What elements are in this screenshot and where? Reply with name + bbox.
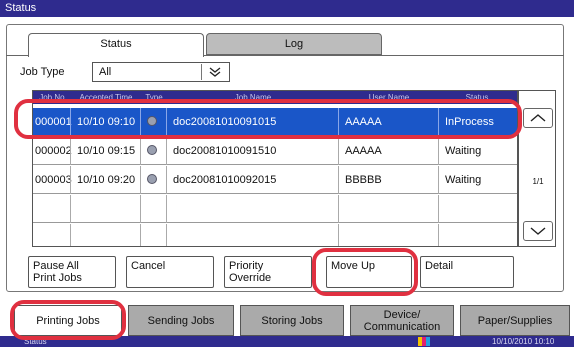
pause-all-label-line1: Pause All <box>33 260 79 272</box>
tab-paper-supplies[interactable]: Paper/Supplies <box>460 305 570 336</box>
job-table: Job No. Accepted Time Type Job Name User… <box>32 90 518 247</box>
priority-label-line1: Priority <box>229 260 264 272</box>
tab-printing-jobs[interactable]: Printing Jobs <box>14 305 122 336</box>
user-name: BBBBB <box>345 174 382 186</box>
accepted-time: 10/10 09:20 <box>77 174 136 186</box>
job-status: InProcess <box>445 116 494 128</box>
empty-row <box>33 195 517 223</box>
job-name: doc20081010091015 <box>173 116 277 128</box>
job-type-value: All <box>99 66 112 78</box>
accepted-time: 10/10 09:15 <box>77 145 136 157</box>
job-status: Waiting <box>445 145 482 157</box>
job-no: 000003 <box>35 174 72 186</box>
empty-row <box>33 224 517 246</box>
detail-label: Detail <box>425 260 454 272</box>
scroll-up-button[interactable] <box>523 108 553 128</box>
print-job-icon <box>147 174 157 184</box>
job-type-select[interactable]: All <box>92 62 230 82</box>
move-up-button[interactable]: Move Up <box>326 256 412 288</box>
priority-label-line2: Override <box>229 272 272 284</box>
header-user-name: User Name <box>368 93 410 102</box>
table-scrollbar: 1/1 <box>518 90 556 247</box>
device-label-line1: Device/ <box>383 308 421 321</box>
table-row[interactable]: 000002 10/10 09:15 doc20081010091510 AAA… <box>33 137 517 165</box>
status-datetime: 10/10/2010 10:10 <box>492 337 555 346</box>
pause-all-button[interactable]: Pause All Print Jobs <box>28 256 116 288</box>
job-no: 000002 <box>35 145 72 157</box>
user-name: AAAAA <box>345 116 382 128</box>
priority-override-button[interactable]: Priority Override <box>224 256 312 288</box>
chevron-down-icon <box>530 227 546 235</box>
chevron-up-icon <box>530 114 546 122</box>
accepted-time: 10/10 09:10 <box>77 116 136 128</box>
page-indicator: 1/1 <box>532 177 544 186</box>
job-name: doc20081010091510 <box>173 145 277 157</box>
tab-storing-jobs[interactable]: Storing Jobs <box>240 305 344 336</box>
user-name: AAAAA <box>345 145 382 157</box>
header-type: Type <box>145 93 163 102</box>
detail-button[interactable]: Detail <box>420 256 514 288</box>
tab-device-communication[interactable]: Device/ Communication <box>350 305 454 336</box>
job-name: doc20081010092015 <box>173 174 277 186</box>
job-status: Waiting <box>445 174 482 186</box>
status-label: Status <box>24 337 47 346</box>
header-job-no: Job No. <box>39 93 67 102</box>
chevron-down-icon[interactable] <box>201 64 227 80</box>
print-job-icon <box>147 145 157 155</box>
scroll-down-button[interactable] <box>523 221 553 241</box>
job-no: 000001 <box>35 116 72 128</box>
header-job-name: Job Name <box>234 93 272 102</box>
job-type-label: Job Type <box>20 66 65 78</box>
move-up-label: Move Up <box>331 260 376 272</box>
header-accepted-time: Accepted Time <box>79 93 133 102</box>
table-row[interactable]: 000003 10/10 09:20 doc20081010092015 BBB… <box>33 166 517 194</box>
cancel-label: Cancel <box>131 260 166 272</box>
tab-log[interactable]: Log <box>206 33 382 55</box>
toner-icon <box>418 337 430 346</box>
tab-sending-jobs[interactable]: Sending Jobs <box>128 305 234 336</box>
cancel-button[interactable]: Cancel <box>126 256 214 288</box>
table-row[interactable]: 000001 10/10 09:10 doc20081010091015 AAA… <box>33 108 517 136</box>
header-status: Status <box>465 93 489 102</box>
status-bar: Status 10/10/2010 10:10 <box>0 336 574 347</box>
table-header: Job No. Accepted Time Type Job Name User… <box>33 91 517 104</box>
tab-status[interactable]: Status <box>28 33 204 57</box>
print-job-icon <box>147 116 157 126</box>
pause-all-label-line2: Print Jobs <box>33 272 82 284</box>
window-title: Status <box>0 0 574 17</box>
device-label-line2: Communication <box>363 320 441 333</box>
